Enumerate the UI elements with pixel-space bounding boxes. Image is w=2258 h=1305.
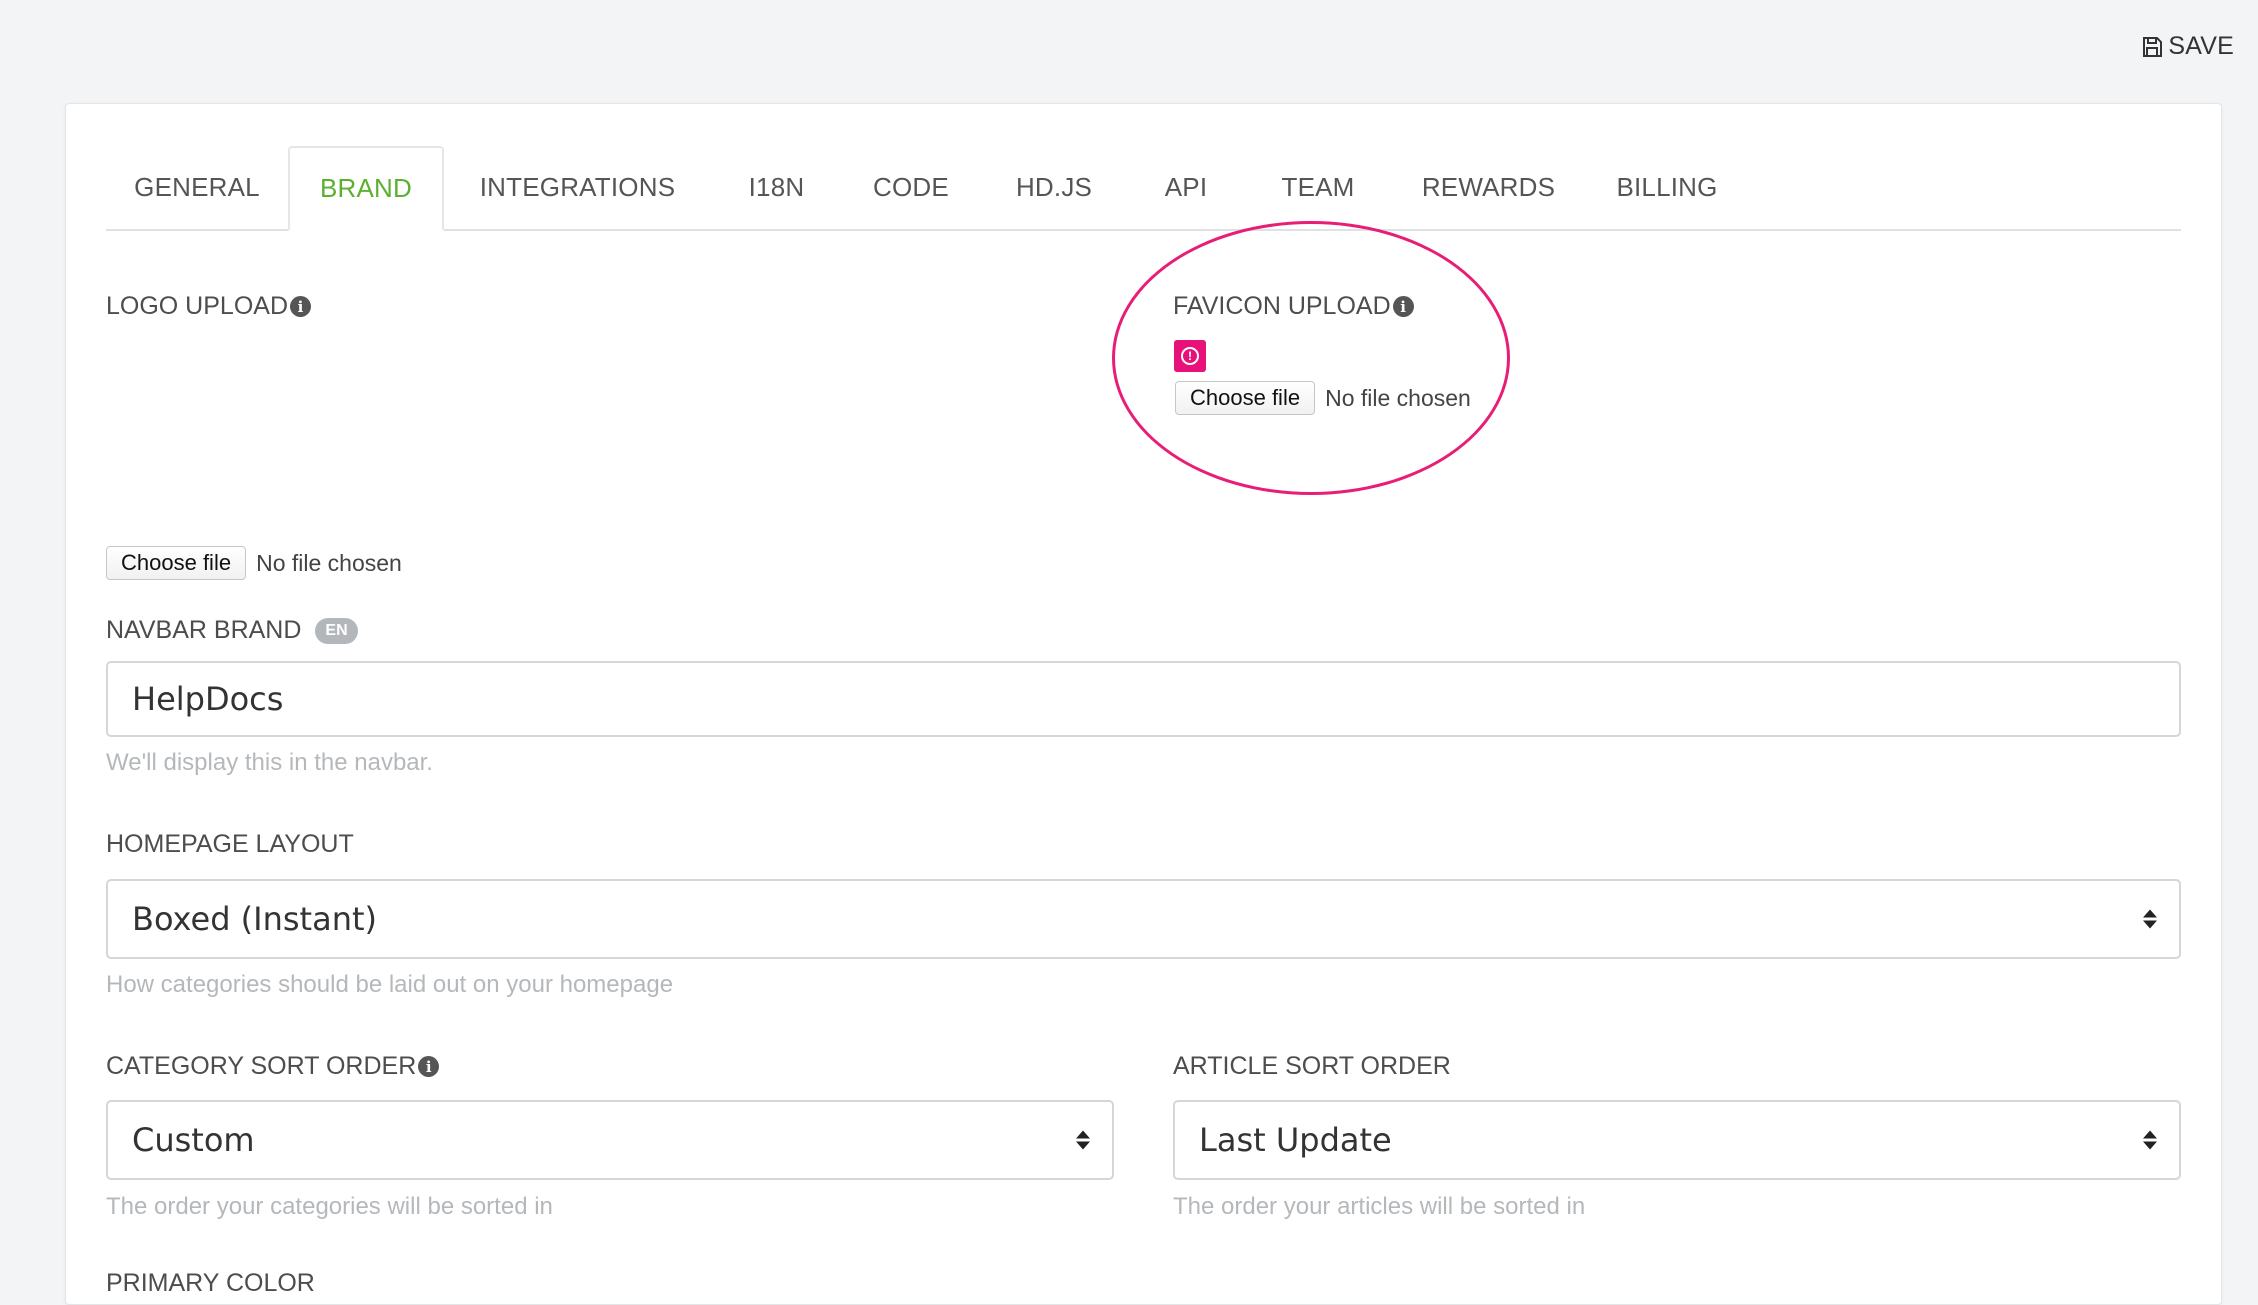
favicon-upload-text: FAVICON UPLOAD: [1173, 292, 1391, 320]
settings-card: GENERAL BRAND INTEGRATIONS I18N CODE HD.…: [65, 103, 2222, 1305]
category-sort-value: Custom: [132, 1121, 255, 1159]
category-sort-help: The order your categories will be sorted…: [106, 1193, 553, 1220]
favicon-file-status: No file chosen: [1325, 384, 1471, 411]
favicon-logo-icon: !: [1181, 347, 1199, 365]
navbar-brand-input[interactable]: HelpDocs: [106, 661, 2181, 737]
tab-api[interactable]: API: [1128, 146, 1244, 229]
save-label: SAVE: [2168, 32, 2234, 60]
navbar-brand-label: NAVBAR BRAND EN: [106, 616, 358, 645]
category-sort-text: CATEGORY SORT ORDER: [106, 1052, 417, 1080]
article-sort-label: ARTICLE SORT ORDER: [1173, 1052, 1451, 1081]
homepage-layout-value: Boxed (Instant): [132, 900, 378, 938]
tab-brand[interactable]: BRAND: [288, 146, 444, 231]
settings-tabs: GENERAL BRAND INTEGRATIONS I18N CODE HD.…: [106, 146, 2181, 231]
primary-color-text: PRIMARY COLOR: [106, 1269, 315, 1297]
tab-general[interactable]: GENERAL: [106, 146, 288, 229]
homepage-layout-help: How categories should be laid out on you…: [106, 971, 674, 998]
logo-upload-text: LOGO UPLOAD: [106, 292, 288, 320]
info-icon[interactable]: i: [418, 1056, 440, 1077]
tab-team[interactable]: TEAM: [1244, 146, 1392, 229]
favicon-upload-label: FAVICON UPLOAD i: [1173, 292, 1414, 321]
favicon-preview: !: [1174, 340, 1206, 372]
category-sort-select[interactable]: Custom: [106, 1100, 1114, 1180]
logo-file-input: Choose file No file chosen: [106, 546, 402, 580]
tab-rewards[interactable]: REWARDS: [1392, 146, 1585, 229]
navbar-brand-help: We'll display this in the navbar.: [106, 749, 433, 776]
tab-billing[interactable]: BILLING: [1585, 146, 1749, 229]
tab-code[interactable]: CODE: [842, 146, 980, 229]
navbar-brand-text: NAVBAR BRAND: [106, 616, 302, 644]
article-sort-select[interactable]: Last Update: [1173, 1100, 2181, 1180]
category-sort-label: CATEGORY SORT ORDER i: [106, 1052, 440, 1081]
logo-choose-file-button[interactable]: Choose file: [106, 546, 247, 580]
select-arrows-icon: [2143, 909, 2157, 929]
primary-color-label: PRIMARY COLOR: [106, 1269, 315, 1298]
info-icon[interactable]: i: [1392, 296, 1414, 317]
article-sort-text: ARTICLE SORT ORDER: [1173, 1052, 1451, 1080]
homepage-layout-text: HOMEPAGE LAYOUT: [106, 830, 354, 858]
info-icon[interactable]: i: [290, 296, 311, 317]
floppy-disk-icon: [2143, 36, 2163, 57]
homepage-layout-label: HOMEPAGE LAYOUT: [106, 830, 354, 859]
tab-integrations[interactable]: INTEGRATIONS: [444, 146, 711, 229]
tab-hdjs[interactable]: HD.JS: [980, 146, 1128, 229]
select-arrows-icon: [2143, 1130, 2157, 1150]
tab-i18n[interactable]: I18N: [711, 146, 842, 229]
homepage-layout-select[interactable]: Boxed (Instant): [106, 879, 2181, 959]
favicon-choose-file-button[interactable]: Choose file: [1175, 381, 1316, 415]
article-sort-value: Last Update: [1199, 1121, 1392, 1159]
save-button[interactable]: SAVE: [2140, 32, 2234, 61]
article-sort-help: The order your articles will be sorted i…: [1173, 1193, 1586, 1220]
highlight-circle-annotation: [1112, 221, 1510, 495]
favicon-file-input: Choose file No file chosen: [1175, 381, 1471, 415]
logo-file-status: No file chosen: [256, 549, 402, 576]
logo-upload-label: LOGO UPLOAD i: [106, 292, 311, 321]
select-arrows-icon: [1076, 1130, 1090, 1150]
language-badge: EN: [315, 617, 358, 644]
